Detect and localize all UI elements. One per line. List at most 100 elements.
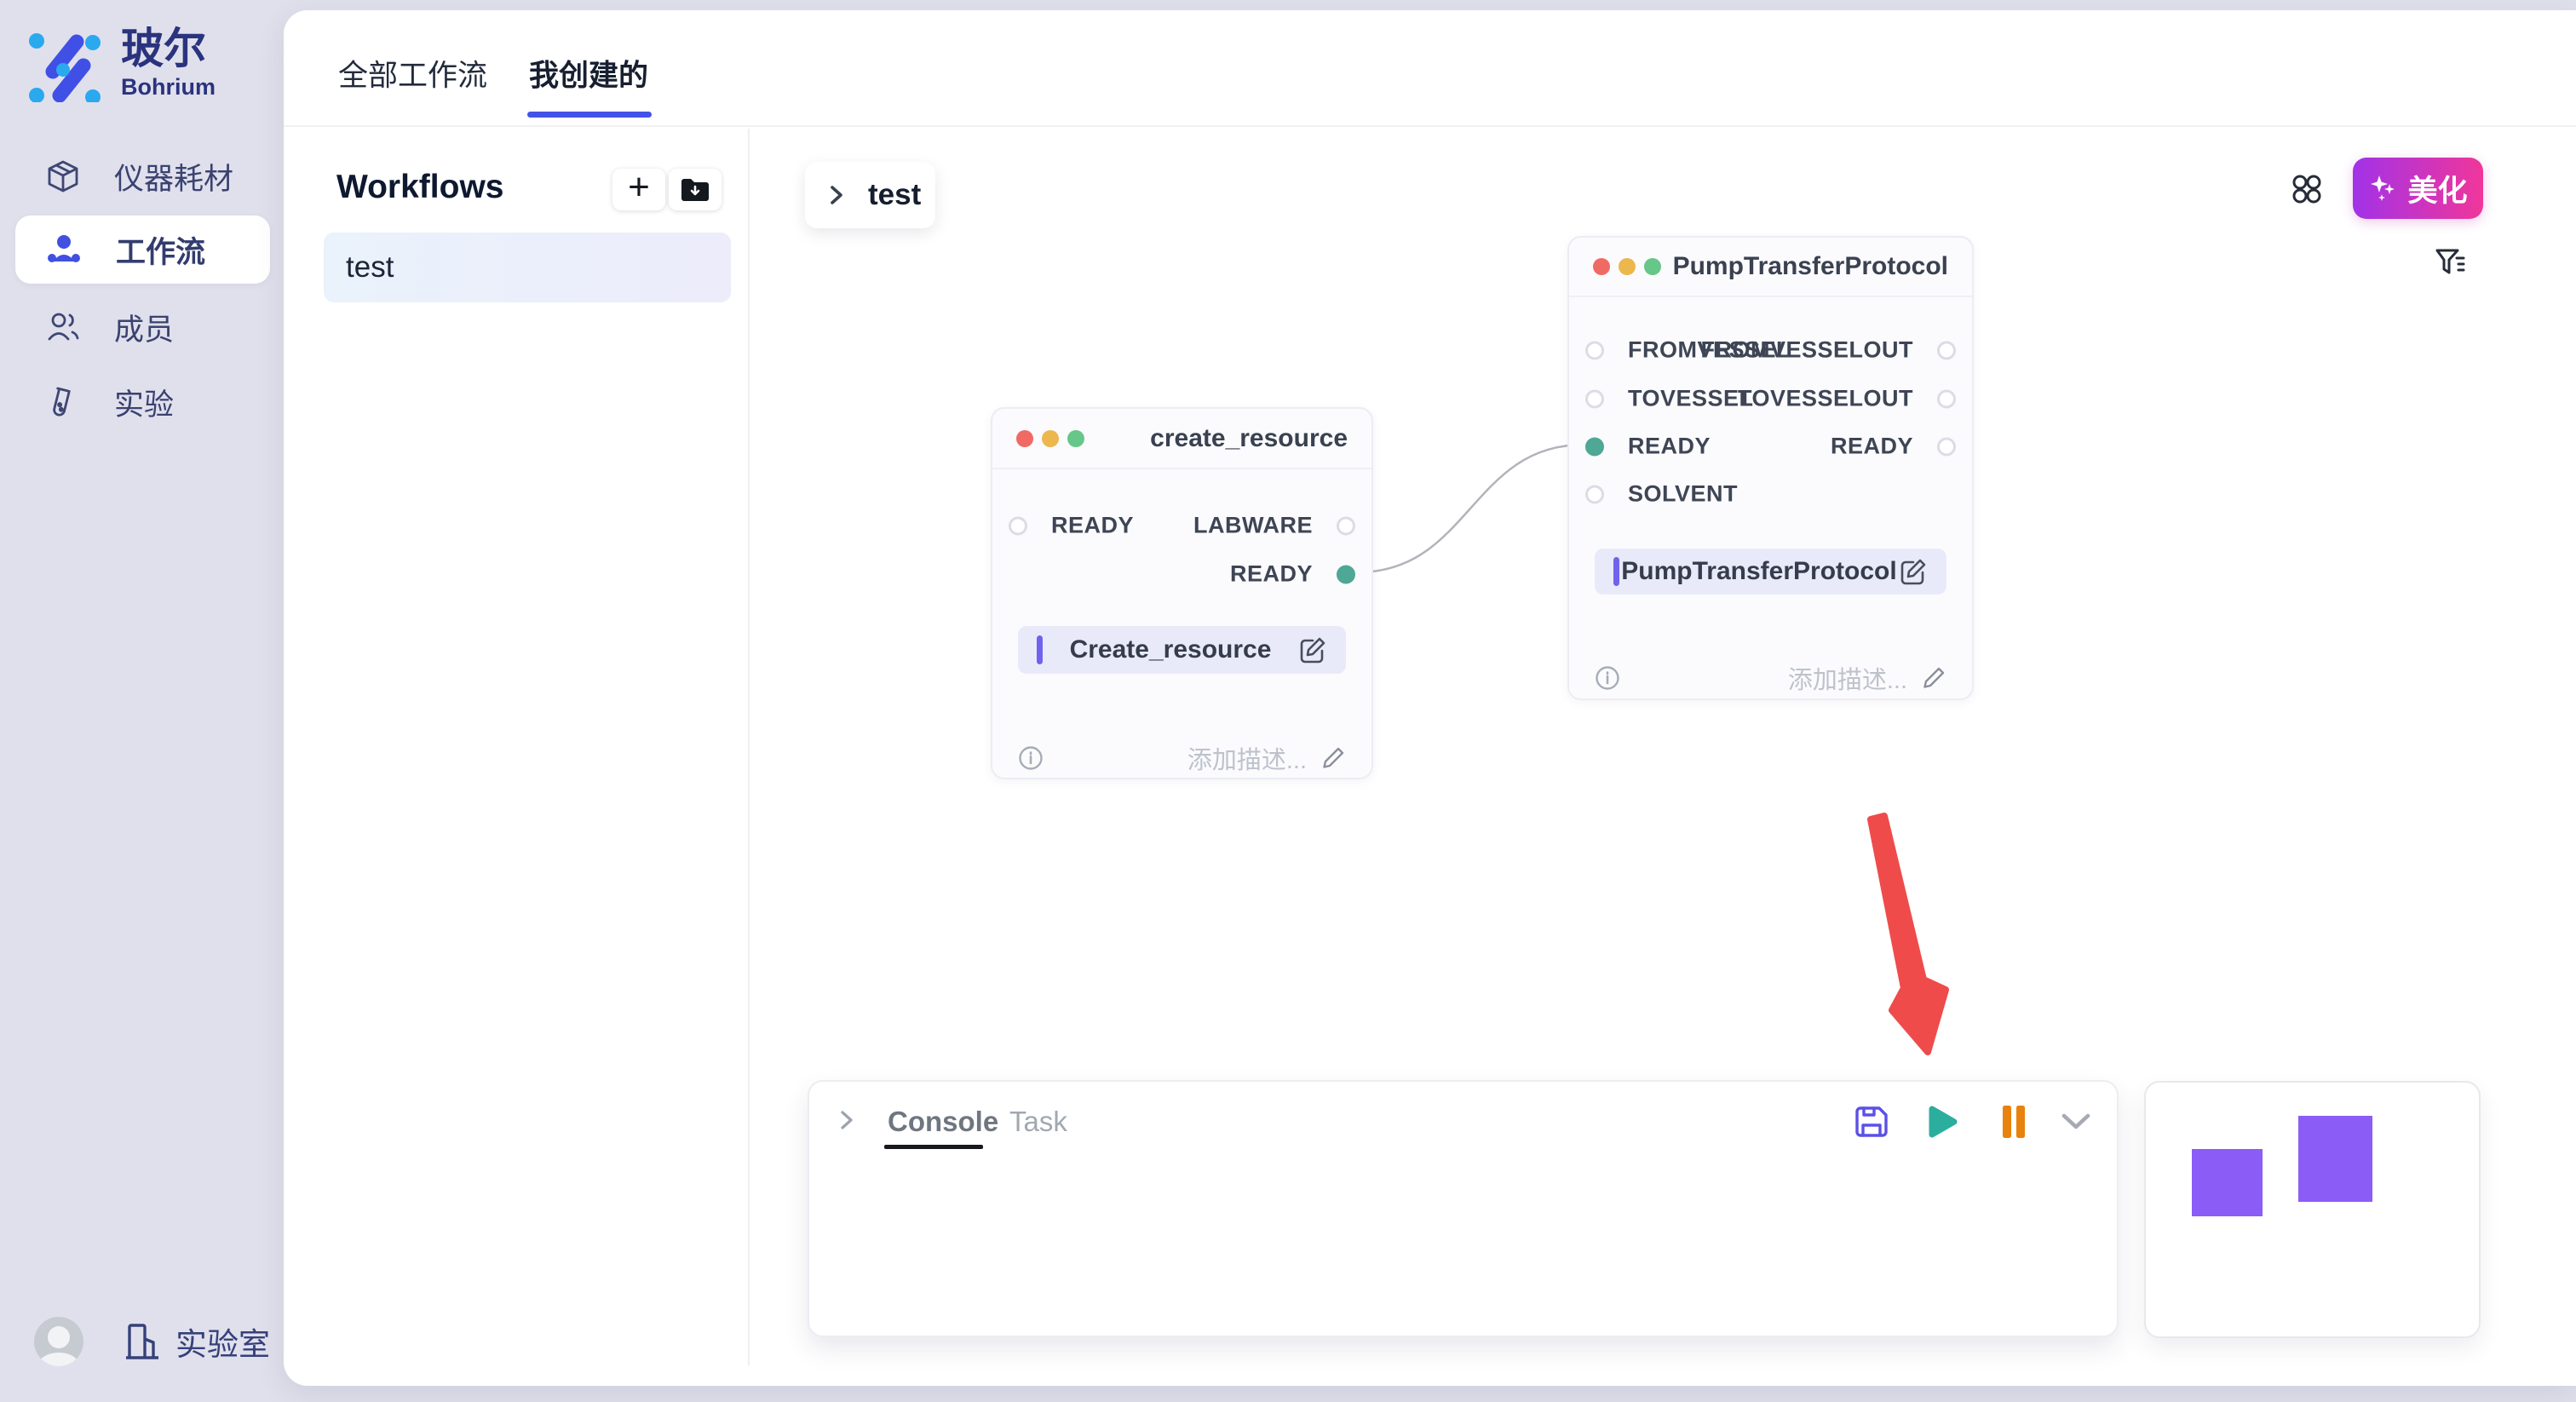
node-header: create_resource xyxy=(992,409,1371,469)
breadcrumb[interactable]: test xyxy=(805,162,935,228)
node-pump-transfer-protocol[interactable]: PumpTransferProtocol FROMVESSEL FROMVESS… xyxy=(1567,236,1974,700)
port-handle[interactable] xyxy=(1337,516,1355,535)
sidebar-item-label: 仪器耗材 xyxy=(114,155,233,198)
port-output-ready[interactable]: READY xyxy=(1831,434,1956,460)
pause-icon[interactable] xyxy=(1994,1102,2033,1141)
tab-console[interactable]: Console xyxy=(888,1106,998,1138)
chevron-down-icon[interactable] xyxy=(2056,1102,2096,1141)
workspace-label: 实验室 xyxy=(175,1319,270,1365)
label-accent-bar xyxy=(1613,557,1619,586)
port-handle[interactable] xyxy=(1585,389,1604,408)
sidebar-item-experiment[interactable]: 实验 xyxy=(15,369,270,435)
info-icon[interactable] xyxy=(1595,665,1620,691)
import-folder-button[interactable] xyxy=(669,169,722,210)
active-tab-underline xyxy=(527,112,652,118)
pencil-icon[interactable] xyxy=(1320,745,1346,771)
node-label-box[interactable]: PumpTransferProtocol xyxy=(1595,549,1946,595)
traffic-dot-green xyxy=(1644,258,1661,275)
node-footer: 添加描述... xyxy=(1018,741,1346,775)
node-header: PumpTransferProtocol xyxy=(1569,238,1972,297)
port-handle-connected[interactable] xyxy=(1337,565,1355,583)
beautify-button[interactable]: 美化 xyxy=(2353,158,2483,219)
port-handle[interactable] xyxy=(1937,389,1956,408)
port-handle[interactable] xyxy=(1585,485,1604,503)
port-output-ready[interactable]: READY xyxy=(1230,561,1355,588)
port-output-labware[interactable]: LABWARE xyxy=(1193,513,1355,539)
top-tabbar: 全部工作流 我创建的 xyxy=(284,10,2576,127)
port-handle[interactable] xyxy=(1009,516,1027,535)
port-output-fromvesselout[interactable]: FROMVESSELOUT xyxy=(1700,337,1956,364)
grid-icon[interactable] xyxy=(2291,174,2323,204)
play-icon[interactable] xyxy=(1922,1102,1961,1141)
traffic-dot-yellow xyxy=(1042,430,1059,447)
port-label: LABWARE xyxy=(1193,513,1313,539)
port-label: TOVESSEL xyxy=(1628,386,1754,412)
minimap[interactable] xyxy=(2144,1081,2481,1338)
minimap-node-pump-transfer xyxy=(2298,1116,2372,1202)
experiment-icon xyxy=(46,385,80,419)
sidebar-item-workflow[interactable]: 工作流 xyxy=(15,215,270,284)
breadcrumb-label: test xyxy=(868,178,921,212)
port-label: TOVESSELOUT xyxy=(1738,386,1913,412)
console-panel: Console Task xyxy=(808,1080,2119,1337)
user-avatar[interactable] xyxy=(34,1317,83,1366)
main-content: 全部工作流 我创建的 Workflows + test test xyxy=(284,10,2576,1386)
traffic-dot-red xyxy=(1016,430,1033,447)
chevron-right-icon xyxy=(827,182,846,208)
logo-title: 玻尔 xyxy=(121,26,216,72)
beautify-label: 美化 xyxy=(2407,167,2467,210)
save-icon[interactable] xyxy=(1852,1102,1891,1141)
sidebar-item-instruments[interactable]: 仪器耗材 xyxy=(15,143,270,210)
bohrium-logo-icon xyxy=(27,26,102,102)
node-footer: 添加描述... xyxy=(1595,661,1946,695)
members-icon xyxy=(46,310,80,344)
sidebar-item-label: 工作流 xyxy=(116,228,205,272)
folder-download-icon xyxy=(680,177,710,203)
console-expand-chevron-icon[interactable] xyxy=(837,1107,856,1133)
traffic-dot-green xyxy=(1067,430,1084,447)
workflow-list-item-test[interactable]: test xyxy=(324,233,731,302)
panel-divider xyxy=(748,129,750,1365)
port-input-ready[interactable]: READY xyxy=(1009,513,1134,539)
port-handle[interactable] xyxy=(1585,341,1604,359)
port-output-tovesselout[interactable]: TOVESSELOUT xyxy=(1738,386,1956,412)
port-input-tovessel[interactable]: TOVESSEL xyxy=(1585,386,1754,412)
port-input-solvent[interactable]: SOLVENT xyxy=(1585,481,1738,508)
port-label: READY xyxy=(1051,513,1134,539)
info-icon[interactable] xyxy=(1018,745,1044,771)
tab-all-workflows[interactable]: 全部工作流 xyxy=(338,52,487,95)
tab-my-created[interactable]: 我创建的 xyxy=(529,52,648,95)
app-logo[interactable]: 玻尔 Bohrium xyxy=(27,26,216,102)
add-workflow-button[interactable]: + xyxy=(612,169,665,210)
label-accent-bar xyxy=(1037,635,1043,664)
filter-icon[interactable] xyxy=(2434,246,2468,280)
red-annotation-arrow xyxy=(1851,802,1970,1066)
port-handle[interactable] xyxy=(1937,437,1956,456)
sidebar: 玻尔 Bohrium 仪器耗材 工作流 xyxy=(0,0,284,1402)
port-label: READY xyxy=(1831,434,1913,460)
description-placeholder[interactable]: 添加描述... xyxy=(1187,740,1307,776)
description-placeholder[interactable]: 添加描述... xyxy=(1788,660,1907,696)
traffic-dot-yellow xyxy=(1619,258,1636,275)
sidebar-footer: 实验室 xyxy=(34,1317,270,1366)
node-create-resource[interactable]: create_resource READY LABWARE READY Crea… xyxy=(991,407,1373,779)
node-title: create_resource xyxy=(1150,424,1348,453)
port-label: READY xyxy=(1230,561,1313,588)
pencil-icon[interactable] xyxy=(1921,665,1946,691)
port-handle-connected[interactable] xyxy=(1585,437,1604,456)
node-label-box[interactable]: Create_resource xyxy=(1018,626,1346,674)
port-handle[interactable] xyxy=(1937,341,1956,359)
edit-icon[interactable] xyxy=(1298,635,1327,664)
sidebar-item-label: 成员 xyxy=(114,306,174,349)
workflows-panel-title: Workflows xyxy=(336,169,503,206)
edit-icon[interactable] xyxy=(1899,557,1928,586)
port-label: SOLVENT xyxy=(1628,481,1738,508)
port-input-ready[interactable]: READY xyxy=(1585,434,1711,460)
workspace-switcher[interactable]: 实验室 xyxy=(124,1319,270,1365)
node-label: Create_resource xyxy=(1043,635,1298,664)
port-label: READY xyxy=(1628,434,1711,460)
tab-task[interactable]: Task xyxy=(1009,1106,1067,1138)
sidebar-item-label: 实验 xyxy=(114,381,174,424)
sidebar-item-members[interactable]: 成员 xyxy=(15,294,270,360)
sparkles-icon xyxy=(2368,174,2397,203)
